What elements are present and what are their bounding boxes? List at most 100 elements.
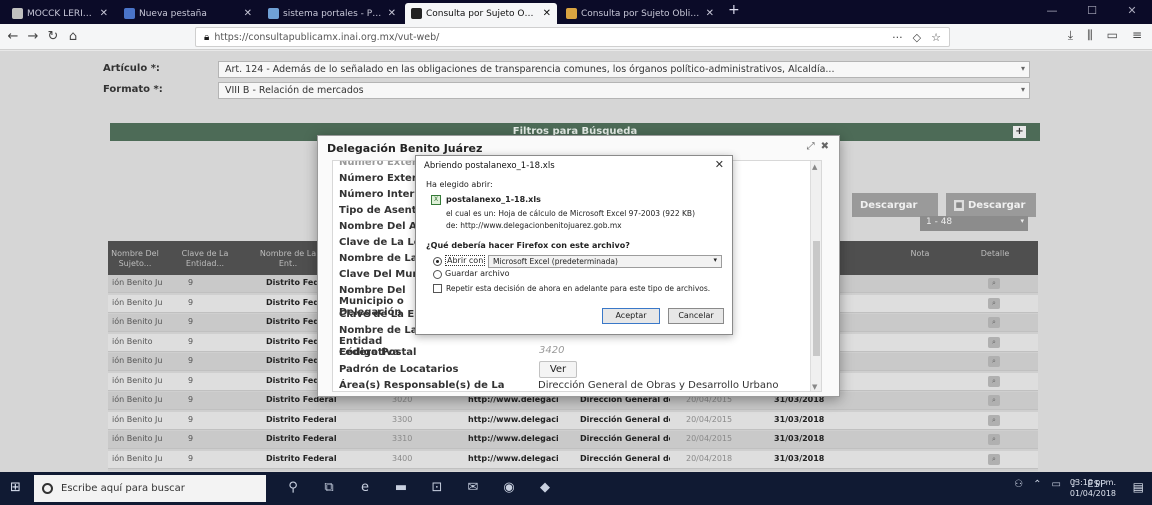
table-row[interactable]: ión Benito Ju... 9 Distrito Federal 3400 htt…: [108, 450, 1038, 469]
download-icon[interactable]: ⤓: [1068, 28, 1073, 43]
sidebar-icon[interactable]: ▭: [1107, 28, 1118, 43]
menu-icon[interactable]: ≡: [1132, 28, 1142, 43]
forward-arrow-icon[interactable]: →: [24, 28, 42, 46]
remember-checkbox[interactable]: [433, 284, 442, 293]
ver-button[interactable]: Ver: [539, 361, 577, 378]
scrollbar-thumb[interactable]: [813, 241, 820, 356]
remember-label[interactable]: Repetir esta decisión de ahora en adelan…: [446, 284, 710, 293]
tab-favicon: [12, 8, 23, 19]
detail-view-icon[interactable]: ⌕: [988, 356, 1000, 367]
close-icon[interactable]: ✖: [821, 141, 829, 152]
file-explorer-icon[interactable]: ▬: [392, 480, 410, 496]
scroll-down-icon[interactable]: ▼: [812, 383, 817, 391]
table-cell: 9: [188, 356, 194, 365]
edge-browser-icon[interactable]: e: [356, 480, 374, 496]
table-cell: 3400: [392, 453, 413, 463]
table-cell: ión Benito Ju...: [112, 375, 162, 385]
microphone-icon[interactable]: ⚲: [284, 480, 302, 496]
open-with-radio[interactable]: [433, 257, 442, 266]
maximize-button[interactable]: ☐: [1072, 0, 1112, 24]
articulo-select[interactable]: Art. 124 - Además de lo señalado en las …: [218, 61, 1030, 78]
detail-view-icon[interactable]: ⌕: [988, 434, 1000, 445]
field-label: Padrón de Locatarios: [339, 364, 459, 375]
download-button-1[interactable]: Descargar: [852, 193, 938, 217]
detail-view-icon[interactable]: ⌕: [988, 395, 1000, 406]
close-icon[interactable]: ✕: [715, 158, 724, 171]
pocket-icon[interactable]: ◇: [913, 31, 921, 44]
windows-start-icon[interactable]: ⊞: [10, 481, 24, 495]
detail-view-icon[interactable]: ⌕: [988, 453, 1000, 465]
scroll-up-icon[interactable]: ▲: [812, 163, 817, 171]
close-window-button[interactable]: ✕: [1112, 0, 1152, 24]
modal-scrollbar[interactable]: ▲ ▼: [810, 161, 821, 391]
chevron-up-icon[interactable]: ⌃: [1033, 479, 1041, 490]
people-icon[interactable]: ⚇: [1014, 479, 1023, 490]
application-select[interactable]: Microsoft Excel (predeterminada) ▾: [488, 255, 722, 268]
table-cell: ión Benito: [112, 336, 153, 346]
detail-view-icon[interactable]: ⌕: [988, 375, 1000, 387]
expand-icon[interactable]: ⤢: [807, 141, 815, 152]
table-cell: 9: [188, 414, 194, 424]
minimize-button[interactable]: —: [1032, 0, 1072, 24]
page-actions-icon[interactable]: ···: [892, 31, 903, 44]
detail-view-icon[interactable]: ⌕: [988, 317, 1000, 328]
table-cell: 9: [188, 297, 194, 307]
browser-tab-3[interactable]: sistema portales - PNT ✕: [262, 3, 402, 24]
open-with-label[interactable]: Abrir con: [445, 255, 486, 266]
page-range-select[interactable]: 1 - 48 ▾: [920, 216, 1028, 231]
chosen-label: Ha elegido abrir:: [426, 180, 493, 189]
column-header[interactable]: Detalle: [970, 249, 1020, 259]
close-icon[interactable]: ✕: [706, 8, 714, 19]
detail-view-icon[interactable]: ⌕: [988, 297, 1000, 309]
network-icon[interactable]: ▭: [1051, 479, 1060, 490]
modal-controls: ⤢ ✖: [807, 141, 829, 152]
url-bar[interactable]: 🔒︎ https://consultapublicamx.inai.org.mx…: [195, 27, 950, 47]
taskbar-clock[interactable]: 03:10 p. m. 01/04/2018: [1070, 477, 1116, 499]
close-icon[interactable]: ✕: [100, 8, 108, 19]
firefox-icon[interactable]: ◉: [500, 480, 518, 496]
table-cell: 9: [188, 453, 194, 463]
cancel-button[interactable]: Cancelar: [668, 308, 724, 324]
tab-title: Consulta por Sujeto Obligado: [426, 8, 537, 19]
column-header[interactable]: Nombre Del Sujeto...: [110, 249, 160, 269]
close-icon[interactable]: ✕: [244, 8, 252, 19]
save-file-radio[interactable]: [433, 270, 442, 279]
detail-view-icon[interactable]: ⌕: [988, 336, 1000, 348]
table-cell: 31/03/2018: [774, 434, 825, 443]
table-cell: Distrito Federal: [266, 453, 337, 463]
shield-icon[interactable]: ◆: [536, 480, 554, 496]
expand-icon[interactable]: +: [1013, 126, 1026, 138]
home-icon[interactable]: ⌂: [64, 28, 82, 46]
detail-view-icon[interactable]: ⌕: [988, 278, 1000, 289]
notification-icon[interactable]: ▤: [1133, 480, 1144, 494]
detail-view-icon[interactable]: ⌕: [988, 414, 1000, 426]
close-icon[interactable]: ✕: [543, 8, 551, 19]
table-row[interactable]: ión Benito Ju... 9 Distrito Federal 3300 htt…: [108, 411, 1038, 430]
table-row[interactable]: ión Benito Ju... 9 Distrito Federal 3310 htt…: [108, 431, 1038, 449]
column-header[interactable]: Nombre de La Ent..: [258, 249, 318, 269]
taskbar-search-box[interactable]: Escribe aquí para buscar: [34, 475, 266, 502]
task-view-icon[interactable]: ⧉: [320, 480, 338, 496]
download-button-2[interactable]: ▦ Descargar: [946, 193, 1036, 217]
table-cell: http://www.delegacio..: [468, 414, 558, 424]
excel-file-icon: X: [431, 195, 441, 205]
column-header[interactable]: Clave de La Entidad...: [170, 249, 240, 269]
reload-icon[interactable]: ↻: [44, 28, 62, 46]
back-arrow-icon[interactable]: ←: [4, 28, 22, 46]
formato-select[interactable]: VIII B - Relación de mercados ▾: [218, 82, 1030, 99]
table-cell: Distrito Federal: [266, 414, 337, 424]
accept-button[interactable]: Aceptar: [602, 308, 660, 324]
new-tab-button[interactable]: +: [728, 2, 740, 18]
browser-tab-2[interactable]: Nueva pestaña ✕: [118, 3, 258, 24]
close-icon[interactable]: ✕: [388, 8, 396, 19]
save-file-label[interactable]: Guardar archivo: [445, 269, 509, 278]
library-icon[interactable]: ⫼: [1087, 28, 1093, 43]
browser-tab-1[interactable]: MOCCK LERIVENE MUSEUM ✕: [6, 3, 114, 24]
browser-tab-5[interactable]: Consulta por Sujeto Obligado ✕: [560, 3, 720, 24]
mail-icon[interactable]: ✉: [464, 480, 482, 496]
bookmark-star-icon[interactable]: ☆: [931, 31, 941, 44]
table-cell: 9: [188, 395, 194, 404]
store-icon[interactable]: ⊡: [428, 480, 446, 496]
browser-tab-4[interactable]: Consulta por Sujeto Obligado ✕: [405, 3, 557, 24]
column-header[interactable]: Nota: [890, 249, 950, 259]
